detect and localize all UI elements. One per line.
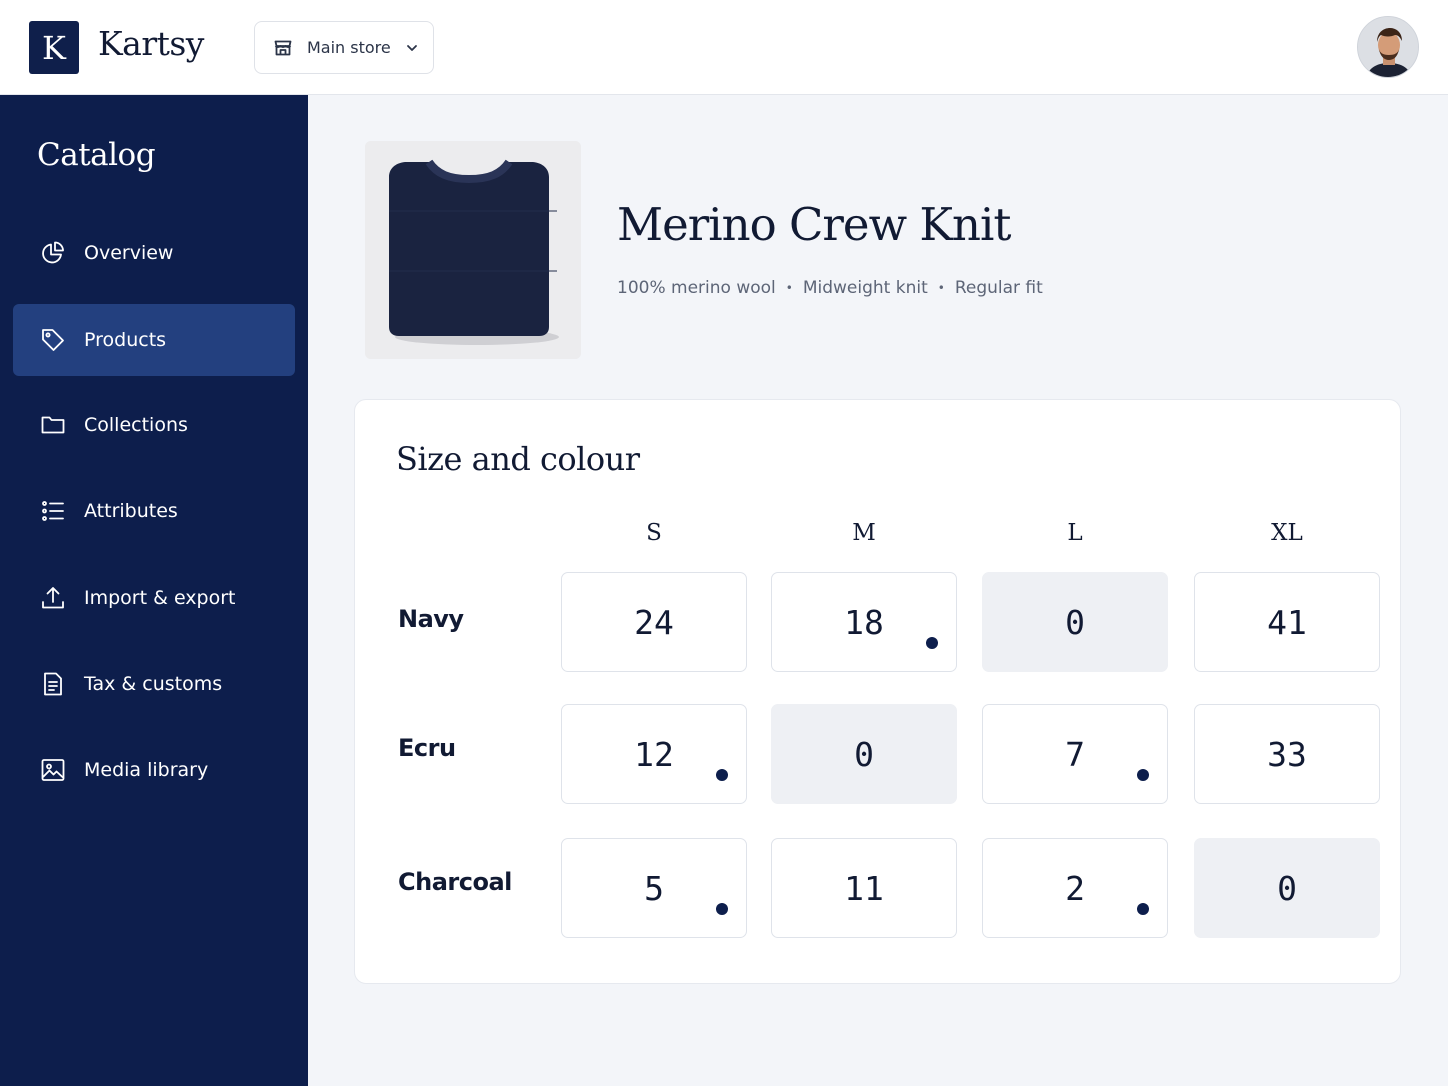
sidebar-title: Catalog bbox=[37, 137, 156, 173]
logo-initial: K bbox=[42, 28, 66, 67]
chevron-down-icon bbox=[405, 41, 419, 55]
size-header-m: M bbox=[852, 520, 876, 546]
stock-cell-navy-l[interactable]: 0 bbox=[982, 572, 1168, 672]
stock-value: 0 bbox=[1065, 602, 1085, 642]
stock-value: 0 bbox=[854, 734, 874, 774]
stock-cell-ecru-l[interactable]: 7 bbox=[982, 704, 1168, 804]
stock-value: 33 bbox=[1267, 734, 1307, 774]
sidebar-item-tax-customs[interactable]: Tax & customs bbox=[13, 648, 295, 720]
stock-value: 41 bbox=[1267, 602, 1307, 642]
product-material: 100% merino wool bbox=[617, 278, 776, 298]
sidebar-item-label: Media library bbox=[84, 759, 209, 781]
size-header-s: S bbox=[646, 520, 662, 546]
sidebar-item-media-library[interactable]: Media library bbox=[13, 734, 295, 806]
list-icon bbox=[39, 497, 67, 525]
sidebar-item-label: Collections bbox=[84, 414, 188, 436]
status-dot bbox=[716, 903, 728, 915]
pie-chart-icon bbox=[39, 239, 67, 267]
upload-icon bbox=[39, 584, 67, 612]
sidebar-item-attributes[interactable]: Attributes bbox=[13, 475, 295, 547]
sidebar-item-label: Import & export bbox=[84, 587, 236, 609]
product-image bbox=[365, 141, 581, 359]
stock-cell-charcoal-s[interactable]: 5 bbox=[561, 838, 747, 938]
stock-cell-charcoal-l[interactable]: 2 bbox=[982, 838, 1168, 938]
stock-cell-navy-s[interactable]: 24 bbox=[561, 572, 747, 672]
stock-cell-navy-m[interactable]: 18 bbox=[771, 572, 957, 672]
stock-cell-charcoal-m[interactable]: 11 bbox=[771, 838, 957, 938]
document-icon bbox=[39, 670, 67, 698]
sidebar-item-label: Overview bbox=[84, 242, 174, 264]
sidebar-item-collections[interactable]: Collections bbox=[13, 389, 295, 461]
stock-value: 2 bbox=[1065, 868, 1085, 908]
size-header-xl: XL bbox=[1271, 520, 1303, 546]
image-icon bbox=[39, 756, 67, 784]
stock-value: 5 bbox=[644, 868, 664, 908]
tag-icon bbox=[39, 326, 67, 354]
sidebar-item-overview[interactable]: Overview bbox=[13, 217, 295, 289]
stock-cell-ecru-m[interactable]: 0 bbox=[771, 704, 957, 804]
stock-cell-navy-xl[interactable]: 41 bbox=[1194, 572, 1380, 672]
status-dot bbox=[926, 637, 938, 649]
status-dot bbox=[1137, 903, 1149, 915]
top-bar: K Kartsy Main store bbox=[0, 0, 1448, 95]
stock-value: 0 bbox=[1277, 868, 1297, 908]
product-fit: Regular fit bbox=[954, 278, 1043, 298]
user-avatar[interactable] bbox=[1357, 16, 1419, 78]
brand-name: Kartsy bbox=[98, 24, 204, 63]
meta-separator: • bbox=[785, 281, 793, 295]
meta-separator: • bbox=[937, 281, 945, 295]
stock-value: 11 bbox=[844, 868, 884, 908]
folder-icon bbox=[39, 411, 67, 439]
product-title: Merino Crew Knit bbox=[617, 198, 1011, 251]
card-title: Size and colour bbox=[396, 440, 640, 478]
row-label-charcoal: Charcoal bbox=[398, 868, 512, 896]
sidebar-item-import-export[interactable]: Import & export bbox=[13, 562, 295, 634]
sidebar-item-label: Tax & customs bbox=[84, 673, 223, 695]
store-icon bbox=[273, 38, 293, 58]
stock-value: 18 bbox=[844, 602, 884, 642]
sidebar-item-products[interactable]: Products bbox=[13, 304, 295, 376]
logo-mark[interactable]: K bbox=[29, 21, 79, 74]
sidebar: Catalog Overview Products Collections At… bbox=[0, 95, 308, 1086]
stock-value: 24 bbox=[634, 602, 674, 642]
size-colour-card: Size and colour S M L XL Navy 24 18 0 41… bbox=[354, 399, 1401, 984]
status-dot bbox=[1137, 769, 1149, 781]
stock-value: 12 bbox=[634, 734, 674, 774]
store-selector-label: Main store bbox=[307, 38, 391, 57]
store-selector[interactable]: Main store bbox=[254, 21, 434, 74]
row-label-ecru: Ecru bbox=[398, 734, 456, 762]
product-weight: Midweight knit bbox=[802, 278, 928, 298]
sidebar-item-label: Attributes bbox=[84, 500, 178, 522]
sidebar-item-label: Products bbox=[84, 329, 167, 351]
stock-value: 7 bbox=[1065, 734, 1085, 774]
product-meta: 100% merino wool • Midweight knit • Regu… bbox=[617, 278, 1043, 298]
stock-cell-ecru-xl[interactable]: 33 bbox=[1194, 704, 1380, 804]
status-dot bbox=[716, 769, 728, 781]
stock-cell-charcoal-xl[interactable]: 0 bbox=[1194, 838, 1380, 938]
size-header-l: L bbox=[1067, 520, 1083, 546]
stock-cell-ecru-s[interactable]: 12 bbox=[561, 704, 747, 804]
row-label-navy: Navy bbox=[398, 605, 464, 633]
